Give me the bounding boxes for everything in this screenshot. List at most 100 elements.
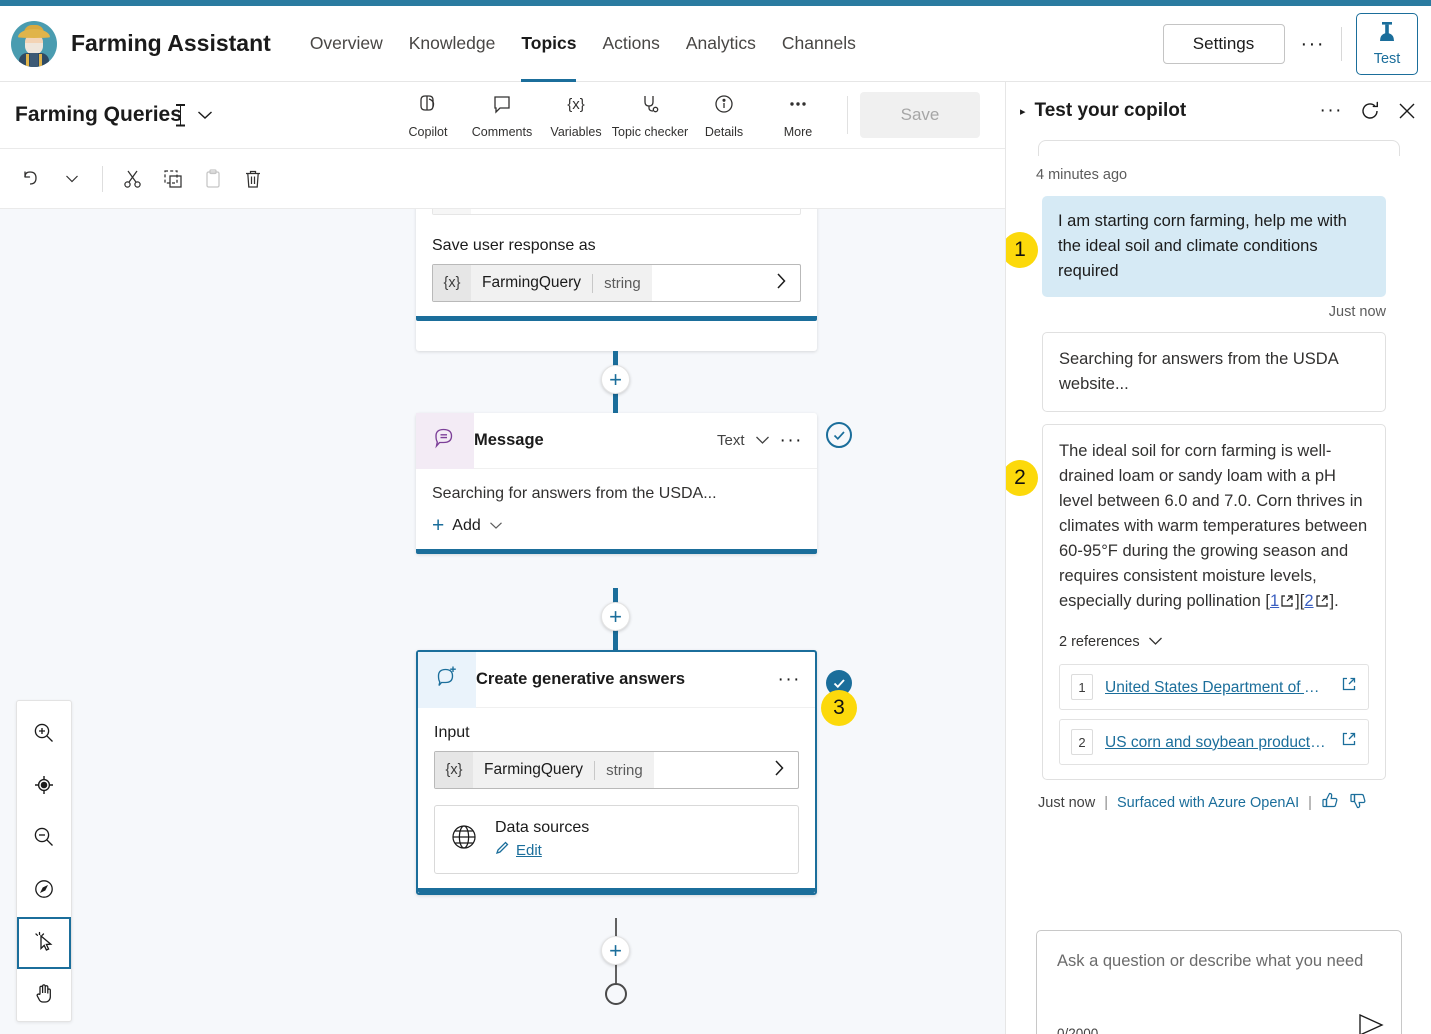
refresh-icon[interactable] [1359,100,1381,122]
references-toggle[interactable]: 2 references [1059,630,1369,655]
generative-input-variable-field[interactable]: {x} FarmingQuery string [434,751,799,789]
variable-sigil-icon: {x} [433,209,471,214]
nav-channels[interactable]: Channels [769,6,869,82]
save-button[interactable]: Save [860,92,980,138]
save-response-variable-field[interactable]: {x} FarmingQuery string [432,264,801,302]
text-cursor-icon [175,104,185,126]
thumbs-up-icon[interactable] [1321,791,1340,814]
header-overflow-icon[interactable]: ··· [1285,34,1341,54]
composer-placeholder[interactable]: Ask a question or describe what you need [1037,931,1401,974]
chevron-right-icon[interactable] [774,759,798,782]
topic-dropdown-icon[interactable] [197,110,213,120]
paste-button[interactable] [195,161,231,197]
zoom-in-icon [32,721,56,750]
topic-title[interactable]: Farming Queries [15,103,182,127]
reference-link[interactable]: United States Department of Agr... [1105,675,1329,700]
details-tool-button[interactable]: Details [687,85,761,145]
topic-checker-tool-button[interactable]: Topic checker [612,85,688,145]
chevron-down-icon [1148,630,1163,655]
generative-icon-cell [418,651,476,708]
reference-link[interactable]: US corn and soybean production... [1105,730,1329,755]
data-sources-edit-link[interactable]: Edit [495,840,589,860]
nav-overview[interactable]: Overview [297,6,396,82]
add-node-button-1[interactable]: + [601,365,630,394]
variable-type: string [606,761,643,779]
message-type-chevron-icon[interactable] [755,432,770,450]
test-panel-overflow-icon[interactable]: ··· [1320,101,1343,120]
app-header: Farming Assistant Overview Knowledge Top… [0,6,1431,82]
test-button[interactable]: Test [1356,12,1418,75]
pencil-icon [495,840,510,860]
zoom-in-button[interactable] [19,709,69,761]
flow-node-question[interactable]: {x} Save user response as {x} FarmingQue… [416,209,817,351]
variable-sigil-icon: {x} [433,265,471,301]
details-tool-label: Details [704,124,744,139]
generative-node-header: Create generative answers ··· [418,651,815,708]
test-beaker-icon [1376,20,1398,49]
copilot-tool-label: Copilot [408,124,448,139]
fit-to-screen-button[interactable] [19,761,69,813]
select-tool-button[interactable] [17,917,71,969]
flow-node-message[interactable]: Message Text ··· Searching for answers f… [416,412,817,554]
answer-meta-source[interactable]: Surfaced with Azure OpenAI [1117,795,1299,811]
citation-link-1[interactable]: 1 [1270,592,1279,610]
node-accent-bar [416,316,817,321]
variables-icon: {x} [564,92,588,121]
thumbs-down-icon[interactable] [1349,791,1368,814]
topic-canvas[interactable]: {x} Save user response as {x} FarmingQue… [0,209,1005,1034]
select-tool-icon [32,929,56,958]
nav-knowledge[interactable]: Knowledge [396,6,509,82]
external-link-icon[interactable] [1341,675,1357,700]
panel-collapse-icon[interactable]: ▸ [1020,105,1026,118]
nav-topics[interactable]: Topics [508,6,589,82]
answer-meta-row: Just now | Surfaced with Azure OpenAI | [1038,791,1431,814]
citation-link-2[interactable]: 2 [1304,592,1313,610]
more-tool-button[interactable]: More [761,85,835,145]
cut-button[interactable] [115,161,151,197]
add-node-button-2[interactable]: + [601,602,630,631]
copilot-tool-button[interactable]: Copilot [391,85,465,145]
test-panel-header: ▸ Test your copilot ··· [1006,82,1431,140]
message-overflow-icon[interactable]: ··· [780,431,803,450]
reference-item-1[interactable]: 1 United States Department of Agr... [1059,664,1369,710]
message-text[interactable]: Searching for answers from the USDA... [432,485,801,503]
nav-actions[interactable]: Actions [589,6,672,82]
step-badge-1: 1 [1006,232,1038,268]
data-sources-box[interactable]: Data sources Edit [434,805,799,874]
comments-tool-label: Comments [471,124,533,139]
generative-overflow-icon[interactable]: ··· [778,670,801,689]
app-title: Farming Assistant [71,30,271,56]
bot-message-bubble-searching: Searching for answers from the USDA webs… [1042,332,1386,412]
chevron-right-icon[interactable] [776,272,800,295]
external-link-icon[interactable] [1341,730,1357,755]
question-input-field[interactable]: {x} [432,209,801,215]
undo-button[interactable] [14,161,50,197]
message-add-button[interactable]: + Add [432,515,801,536]
message-type-label[interactable]: Text [717,432,745,449]
flow-node-generative-answers[interactable]: Create generative answers ··· Input {x} … [416,650,817,895]
variables-tool-button[interactable]: {x} Variables [539,85,613,145]
pan-tool-button[interactable] [19,969,69,1021]
settings-button[interactable]: Settings [1162,23,1285,64]
topic-checker-icon [638,92,662,121]
nav-analytics[interactable]: Analytics [673,6,769,82]
message-icon [432,425,458,456]
reset-view-button[interactable] [19,865,69,917]
message-node-header: Message Text ··· [416,412,817,469]
close-icon[interactable] [1397,101,1417,121]
node-accent-bar [418,888,815,893]
variable-pill: FarmingQuery string [473,752,654,788]
message-node-body: Searching for answers from the USDA... +… [416,469,817,549]
zoom-out-button[interactable] [19,813,69,865]
message-composer[interactable]: Ask a question or describe what you need… [1036,930,1402,1034]
add-node-button-3[interactable]: + [601,936,630,965]
delete-button[interactable] [235,161,271,197]
reference-item-2[interactable]: 2 US corn and soybean production... [1059,719,1369,765]
send-icon[interactable] [1357,1012,1385,1034]
conversation-scroll[interactable]: 4 minutes ago 1 I am starting corn farmi… [1006,140,1431,912]
comments-tool-button[interactable]: Comments [465,85,539,145]
copy-button[interactable] [155,161,191,197]
topic-tool-group: Copilot Comments {x} Variables Topic che… [391,85,1005,145]
undo-dropdown-button[interactable] [54,161,90,197]
zoom-out-icon [32,825,56,854]
